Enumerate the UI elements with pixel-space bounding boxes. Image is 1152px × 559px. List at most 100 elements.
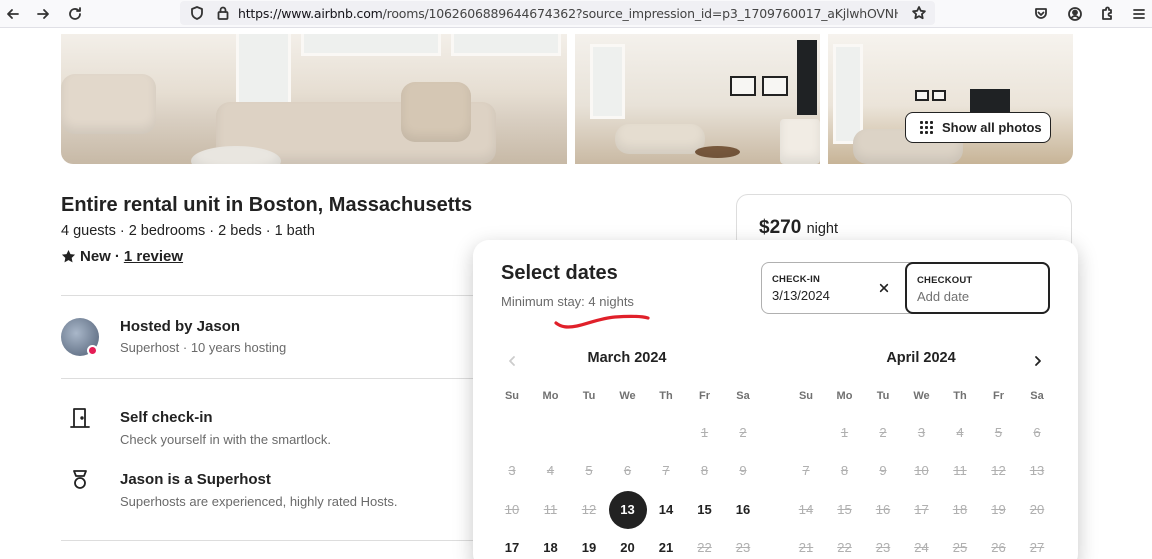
checkout-placeholder: Add date	[917, 289, 970, 304]
calendar-day[interactable]: 15	[686, 491, 724, 529]
calendar-day: 25	[952, 540, 968, 555]
calendar-day: 17	[914, 502, 929, 517]
calendar-day: 7	[662, 463, 670, 478]
feature-title: Jason is a Superhost	[120, 471, 271, 488]
calendar-day: 4	[956, 425, 964, 440]
calendar-day: 3	[508, 463, 516, 478]
rating-separator: ·	[114, 248, 120, 265]
listing-photo-3[interactable]	[828, 34, 1073, 164]
extensions-icon[interactable]	[1096, 3, 1118, 25]
photo-frame	[730, 76, 756, 96]
new-badge: New	[80, 248, 111, 265]
show-all-photos-button[interactable]: Show all photos	[905, 112, 1051, 143]
calendar-day: 9	[879, 463, 887, 478]
url-host: https://www.airbnb.com	[238, 6, 383, 21]
photo-table	[695, 146, 740, 158]
calendar-day: 19	[991, 502, 1006, 517]
calendar-day: 22	[697, 540, 712, 555]
photo-tv	[970, 89, 1010, 113]
calendar-day: 9	[739, 463, 747, 478]
checkout-field[interactable]: CHECKOUT Add date	[905, 262, 1050, 314]
photo-tv	[797, 40, 817, 115]
calendar-day: 26	[991, 540, 1006, 555]
star-bookmark-icon[interactable]	[908, 2, 930, 24]
calendar-day: 15	[837, 502, 852, 517]
calendar-day: 1	[700, 425, 709, 440]
calendar-day: 5	[585, 463, 593, 478]
month-title: April 2024	[886, 350, 956, 366]
url-bar[interactable]: https://www.airbnb.com/rooms/10626068896…	[180, 1, 935, 25]
pocket-icon[interactable]	[1030, 3, 1052, 25]
photo-cabinet	[780, 119, 820, 164]
grid-dots-icon	[920, 121, 933, 134]
weekday-label: Th	[953, 390, 967, 402]
calendar-day[interactable]: 14	[647, 491, 685, 529]
weekday-label: Mo	[836, 390, 853, 402]
price-amount: $270	[759, 217, 802, 238]
calendar-day: 5	[994, 425, 1003, 440]
shield-icon[interactable]	[186, 2, 208, 24]
calendar-day[interactable]: 21	[647, 529, 685, 559]
reload-icon[interactable]	[64, 3, 86, 25]
url-path: /rooms/1062606889644674362?source_impres…	[382, 6, 898, 21]
photo-window	[590, 44, 625, 119]
host-subtitle: Superhost · 10 years hosting	[120, 340, 287, 355]
weekday-label: Sa	[736, 390, 750, 402]
date-picker-title: Select dates	[501, 262, 618, 284]
listing-photo-main[interactable]	[61, 34, 567, 164]
calendar-day[interactable]: 17	[493, 529, 531, 559]
checkout-label: CHECKOUT	[917, 275, 973, 286]
feature-subtitle: Check yourself in with the smartlock.	[120, 432, 331, 447]
calendar-day: 22	[837, 540, 852, 555]
calendar-day[interactable]: 16	[724, 491, 762, 529]
calendar-day: 1	[840, 425, 849, 440]
superhost-badge-icon	[87, 345, 98, 356]
medal-icon	[68, 468, 92, 492]
calendar-day[interactable]: 20	[609, 529, 647, 559]
account-icon[interactable]	[1064, 3, 1086, 25]
divider	[61, 378, 491, 379]
calendar-day: 11	[543, 502, 558, 517]
lock-icon[interactable]	[212, 2, 234, 24]
door-icon	[68, 406, 92, 430]
photo-window	[833, 44, 863, 144]
calendar-day: 2	[879, 425, 887, 440]
review-link[interactable]: 1 review	[124, 248, 183, 265]
listing-photo-2[interactable]	[575, 34, 820, 164]
checkin-field[interactable]: CHECK-IN 3/13/2024	[762, 263, 905, 313]
photo-window	[301, 34, 441, 56]
weekday-label: Sa	[1030, 390, 1044, 402]
calendar-day: 8	[700, 463, 709, 478]
weekday-label: Th	[659, 390, 673, 402]
divider	[61, 540, 491, 541]
date-picker-popup: Select dates Minimum stay: 4 nights CHEC…	[473, 240, 1078, 559]
back-arrow-icon[interactable]	[2, 3, 24, 25]
calendar-day: 21	[798, 540, 814, 555]
minimum-stay-note: Minimum stay: 4 nights	[501, 294, 634, 309]
weekday-label: Su	[504, 390, 520, 402]
calendar-day[interactable]: 18	[532, 529, 570, 559]
star-icon	[61, 249, 76, 263]
calendar-day: 11	[953, 463, 967, 478]
feature-subtitle: Superhosts are experienced, highly rated…	[120, 494, 398, 509]
calendar-day: 2	[739, 425, 747, 440]
price-unit: night	[806, 221, 839, 237]
calendar-day-selected[interactable]: 13	[608, 491, 647, 529]
forward-arrow-icon[interactable]	[32, 3, 54, 25]
calendar-day[interactable]: 19	[570, 529, 608, 559]
calendar-day: 8	[840, 463, 849, 478]
calendar-day: 12	[581, 502, 597, 517]
calendar-day: 18	[952, 502, 968, 517]
weekday-label: We	[619, 390, 636, 402]
calendar-day: 10	[504, 502, 520, 517]
url-text[interactable]: https://www.airbnb.com/rooms/10626068896…	[238, 6, 898, 21]
calendar-day: 23	[735, 540, 751, 555]
red-underline-annotation	[554, 314, 650, 329]
clear-date-icon[interactable]	[876, 280, 892, 296]
calendar-day: 24	[914, 540, 929, 555]
menu-icon[interactable]	[1128, 3, 1150, 25]
calendar-day: 4	[546, 463, 555, 478]
feature-title: Self check-in	[120, 409, 213, 426]
photo-sofa	[61, 74, 156, 134]
weekday-label: We	[913, 390, 930, 402]
